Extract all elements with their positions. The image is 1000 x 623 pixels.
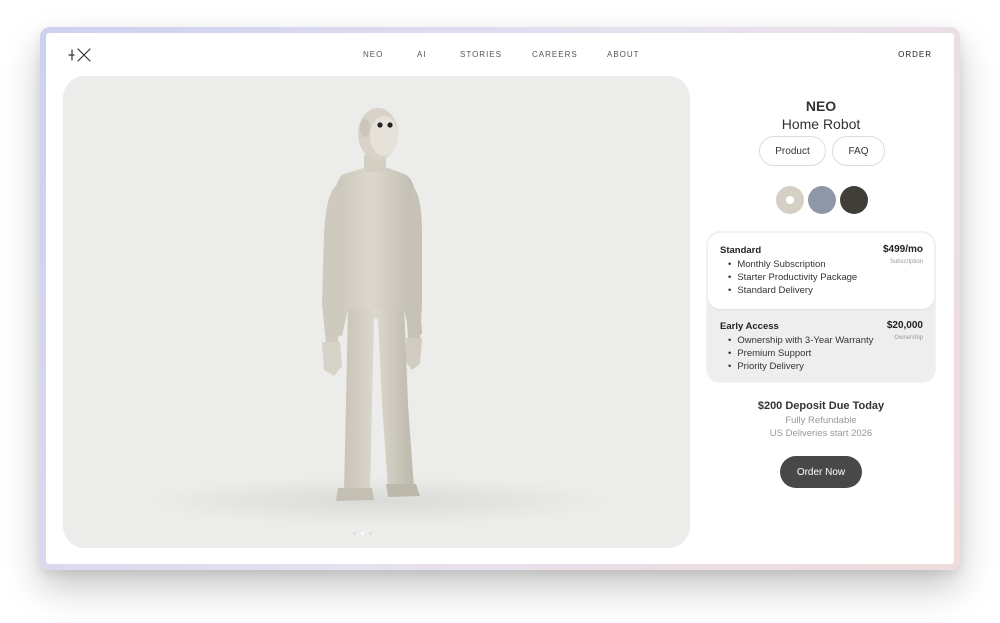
plan-price-label: Ownership	[894, 335, 923, 341]
hero-image	[63, 76, 690, 548]
carousel-dot[interactable]	[353, 532, 356, 535]
main-nav: NEO AI STORIES CAREERS ABOUT	[46, 50, 954, 62]
nav-item-stories[interactable]: STORIES	[460, 50, 502, 59]
plan-price: $499/mo	[882, 244, 923, 255]
plan-feature: Monthly Subscription	[728, 258, 857, 271]
tab-product[interactable]: Product	[759, 136, 826, 166]
deposit-text: $200 Deposit Due Today	[757, 400, 885, 412]
plan-feature: Ownership with 3-Year Warranty	[728, 334, 873, 347]
refund-text: Fully Refundable	[785, 415, 857, 426]
plan-price-label: Subscription	[889, 259, 923, 265]
robot-illustration	[322, 108, 422, 501]
color-swatch[interactable]	[808, 186, 836, 214]
carousel-dot-active[interactable]	[361, 532, 364, 535]
plan-price: $20,000	[886, 320, 923, 331]
nav-item-careers[interactable]: CAREERS	[532, 50, 578, 59]
plan-option-standard[interactable]: Standard $499/mo Subscription Monthly Su…	[708, 233, 934, 309]
carousel-dot[interactable]	[369, 532, 372, 535]
page-window: NEO AI STORIES CAREERS ABOUT ORDER NEO H…	[46, 33, 954, 564]
plan-selector: Standard $499/mo Subscription Monthly Su…	[706, 231, 936, 383]
product-name: NEO	[805, 98, 837, 114]
plan-feature: Starter Productivity Package	[728, 271, 857, 284]
plan-title: Early Access	[720, 321, 779, 332]
delivery-text: US Deliveries start 2026	[769, 428, 873, 439]
color-swatch[interactable]	[840, 186, 868, 214]
nav-item-neo[interactable]: NEO	[363, 50, 383, 59]
plan-feature: Premium Support	[728, 347, 873, 360]
plan-feature-list: Monthly Subscription Starter Productivit…	[728, 258, 857, 297]
browser-frame: NEO AI STORIES CAREERS ABOUT ORDER NEO H…	[40, 27, 960, 570]
nav-item-about[interactable]: ABOUT	[607, 50, 640, 59]
plan-feature: Standard Delivery	[728, 284, 857, 297]
nav-item-ai[interactable]: AI	[417, 50, 427, 59]
tab-faq[interactable]: FAQ	[832, 136, 885, 166]
plan-option-early-access[interactable]: Early Access $20,000 Ownership Ownership…	[708, 309, 934, 381]
color-swatch-selected[interactable]	[776, 186, 804, 214]
plan-feature: Priority Delivery	[728, 360, 873, 373]
plan-title: Standard	[720, 245, 762, 256]
plan-feature-list: Ownership with 3-Year Warranty Premium S…	[728, 334, 873, 373]
order-now-button[interactable]: Order Now	[780, 456, 862, 488]
header-order-link[interactable]: ORDER	[898, 50, 932, 59]
carousel-dots	[353, 532, 372, 535]
product-subtitle: Home Robot	[781, 116, 861, 132]
